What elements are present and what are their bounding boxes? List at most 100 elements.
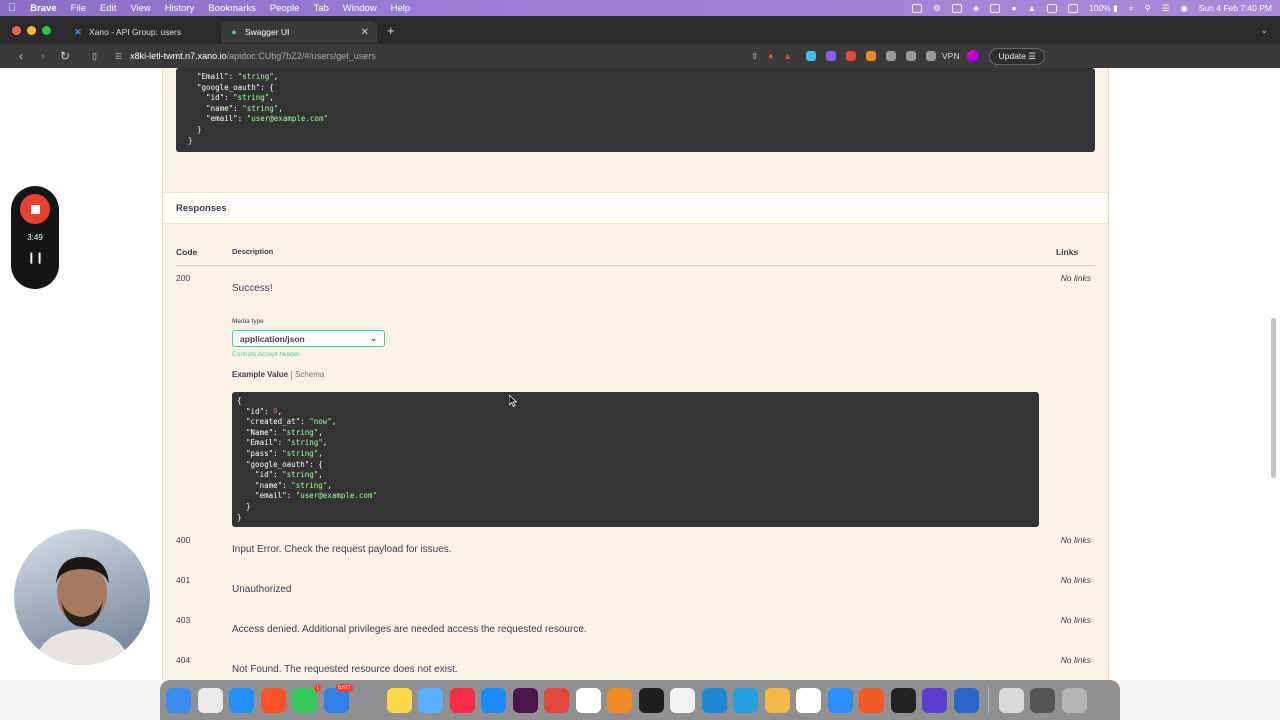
extension-3-icon[interactable] xyxy=(846,51,856,61)
back-button[interactable]: ‹ xyxy=(10,49,32,63)
notes-icon[interactable] xyxy=(386,687,412,713)
figma-icon[interactable] xyxy=(638,687,664,713)
menu-tab[interactable]: Tab xyxy=(313,3,328,14)
control-center-icon[interactable]: ☰ xyxy=(1162,3,1170,14)
menu-status-area: ⚙ ◈ ● ▲ 100% ▮ ≈ ⚲ ☰ ◉ Sun 4 Feb 7:40 PM xyxy=(912,3,1272,14)
shield-app-icon[interactable] xyxy=(922,687,947,713)
bookmark-icon[interactable]: ▯ xyxy=(92,51,97,62)
webcam-bubble[interactable] xyxy=(14,529,150,665)
vscode-icon[interactable] xyxy=(701,687,727,713)
sheets-icon[interactable] xyxy=(764,687,790,713)
site-info-icon[interactable]: ☰ xyxy=(115,52,122,61)
refresh-app-icon[interactable] xyxy=(733,687,758,713)
code-line: "Email": "string", xyxy=(246,438,328,448)
extension-2-icon[interactable] xyxy=(826,51,836,61)
profile-avatar[interactable] xyxy=(967,50,980,62)
display-status-icon[interactable] xyxy=(951,3,962,13)
reload-button[interactable]: ↻ xyxy=(54,49,76,63)
trash-icon[interactable] xyxy=(1061,687,1087,713)
minimize-window-button[interactable] xyxy=(27,25,36,35)
address-bar[interactable]: ▯ ☰ x8ki-letl-twmt.n7.xano.io /apidoc:CU… xyxy=(92,47,792,65)
menu-history[interactable]: History xyxy=(165,3,195,14)
music-icon[interactable] xyxy=(449,687,475,713)
tab-search-chevron-icon[interactable]: ⌄ xyxy=(1260,25,1268,36)
zoom-window-button[interactable] xyxy=(42,25,51,35)
brave-shields-icon[interactable]: ♦ xyxy=(768,51,773,61)
zoom-icon[interactable] xyxy=(827,687,853,713)
settings-icon[interactable] xyxy=(355,687,380,713)
update-button[interactable]: Update ☰ xyxy=(989,47,1045,65)
terminal-icon[interactable] xyxy=(890,687,916,713)
input-source-icon[interactable] xyxy=(1068,3,1078,13)
response-links-403: No links xyxy=(1060,615,1091,625)
app-store-icon[interactable] xyxy=(481,687,506,713)
launchpad-icon[interactable] xyxy=(197,687,223,713)
stop-recording-button[interactable] xyxy=(20,194,50,224)
brave-rewards-icon[interactable]: ▲ xyxy=(783,51,792,61)
extension-4-icon[interactable] xyxy=(866,51,876,61)
slack-icon[interactable] xyxy=(512,687,538,713)
apple-menu-icon[interactable]:  xyxy=(8,2,16,14)
tab-schema[interactable]: Schema xyxy=(295,370,324,379)
new-tab-button[interactable]: + xyxy=(387,23,395,38)
presenter-silhouette xyxy=(34,557,130,665)
screen-record-status-icon[interactable] xyxy=(912,3,923,13)
menu-app-name[interactable]: Brave xyxy=(30,3,56,14)
menu-view[interactable]: View xyxy=(130,3,150,14)
freeform-icon[interactable] xyxy=(418,687,443,713)
notion-status-icon[interactable] xyxy=(990,3,1001,13)
notion-icon[interactable] xyxy=(575,687,601,713)
vlc-icon[interactable] xyxy=(607,687,632,713)
brave-icon[interactable] xyxy=(260,687,286,713)
pause-recording-icon[interactable]: ❙❙ xyxy=(27,251,44,264)
media-type-select[interactable]: application/json ⌄ xyxy=(232,330,385,347)
finder-icon[interactable] xyxy=(166,687,191,713)
menu-edit[interactable]: Edit xyxy=(100,3,116,14)
tab-example-value[interactable]: Example Value xyxy=(232,370,288,379)
responses-header: Responses xyxy=(163,192,1108,224)
close-window-button[interactable] xyxy=(12,25,21,35)
downloads-icon[interactable] xyxy=(998,687,1024,713)
mic-status-icon[interactable]: ● xyxy=(1011,3,1016,13)
pin-status-icon[interactable]: ▲ xyxy=(1028,3,1036,13)
responses-title: Responses xyxy=(176,202,227,214)
safari-icon[interactable] xyxy=(229,687,254,713)
reminders-icon[interactable] xyxy=(670,687,695,713)
spotlight-search-icon[interactable]: ⚲ xyxy=(1144,3,1150,14)
response-description-404: Not Found. The requested resource does n… xyxy=(232,664,458,675)
vpn-button[interactable]: VPN xyxy=(942,51,959,61)
messages-icon[interactable]: 1 xyxy=(292,683,321,713)
code-value: "string" xyxy=(233,93,270,103)
siri-icon[interactable]: ◉ xyxy=(1180,3,1187,14)
code-line: "pass": "string", xyxy=(246,448,323,458)
mail-icon[interactable]: 6,677 xyxy=(323,683,353,713)
wifi-icon[interactable]: ≈ xyxy=(1129,3,1134,13)
extension-status-icon[interactable]: ◈ xyxy=(973,3,980,14)
tab-xano[interactable]: ✕ Xano - API Group: users xyxy=(65,21,221,43)
gear-status-icon[interactable]: ⚙ xyxy=(933,3,941,14)
pen-app-icon[interactable] xyxy=(859,687,884,713)
close-tab-icon[interactable]: ✕ xyxy=(361,27,369,38)
calendar-icon[interactable] xyxy=(796,687,821,713)
menu-datetime[interactable]: Sun 4 Feb 7:40 PM xyxy=(1199,3,1272,13)
sidebar-toggle-icon[interactable] xyxy=(906,51,916,61)
wallet-icon[interactable] xyxy=(926,51,936,61)
forward-button[interactable]: › xyxy=(32,49,54,63)
menu-help[interactable]: Help xyxy=(391,3,411,14)
code-line: "id": 0, xyxy=(246,406,283,416)
code-line: } xyxy=(237,501,251,511)
window-thumbnail-icon[interactable] xyxy=(1030,687,1055,713)
page-scrollbar[interactable] xyxy=(1271,318,1276,478)
menu-window[interactable]: Window xyxy=(343,3,377,14)
word-icon[interactable] xyxy=(953,687,979,713)
menu-file[interactable]: File xyxy=(71,3,86,14)
keyboard-status-icon[interactable] xyxy=(1047,3,1057,13)
menu-bookmarks[interactable]: Bookmarks xyxy=(208,3,256,14)
share-icon[interactable]: ⇧ xyxy=(751,51,759,62)
menu-people[interactable]: People xyxy=(270,3,300,14)
screen-tool-icon[interactable] xyxy=(544,687,569,713)
extension-1-icon[interactable] xyxy=(806,51,816,61)
battery-status[interactable]: 100% ▮ xyxy=(1089,3,1118,14)
tab-swagger[interactable]: ● Swagger UI ✕ xyxy=(221,21,377,43)
extensions-puzzle-icon[interactable] xyxy=(886,51,896,61)
